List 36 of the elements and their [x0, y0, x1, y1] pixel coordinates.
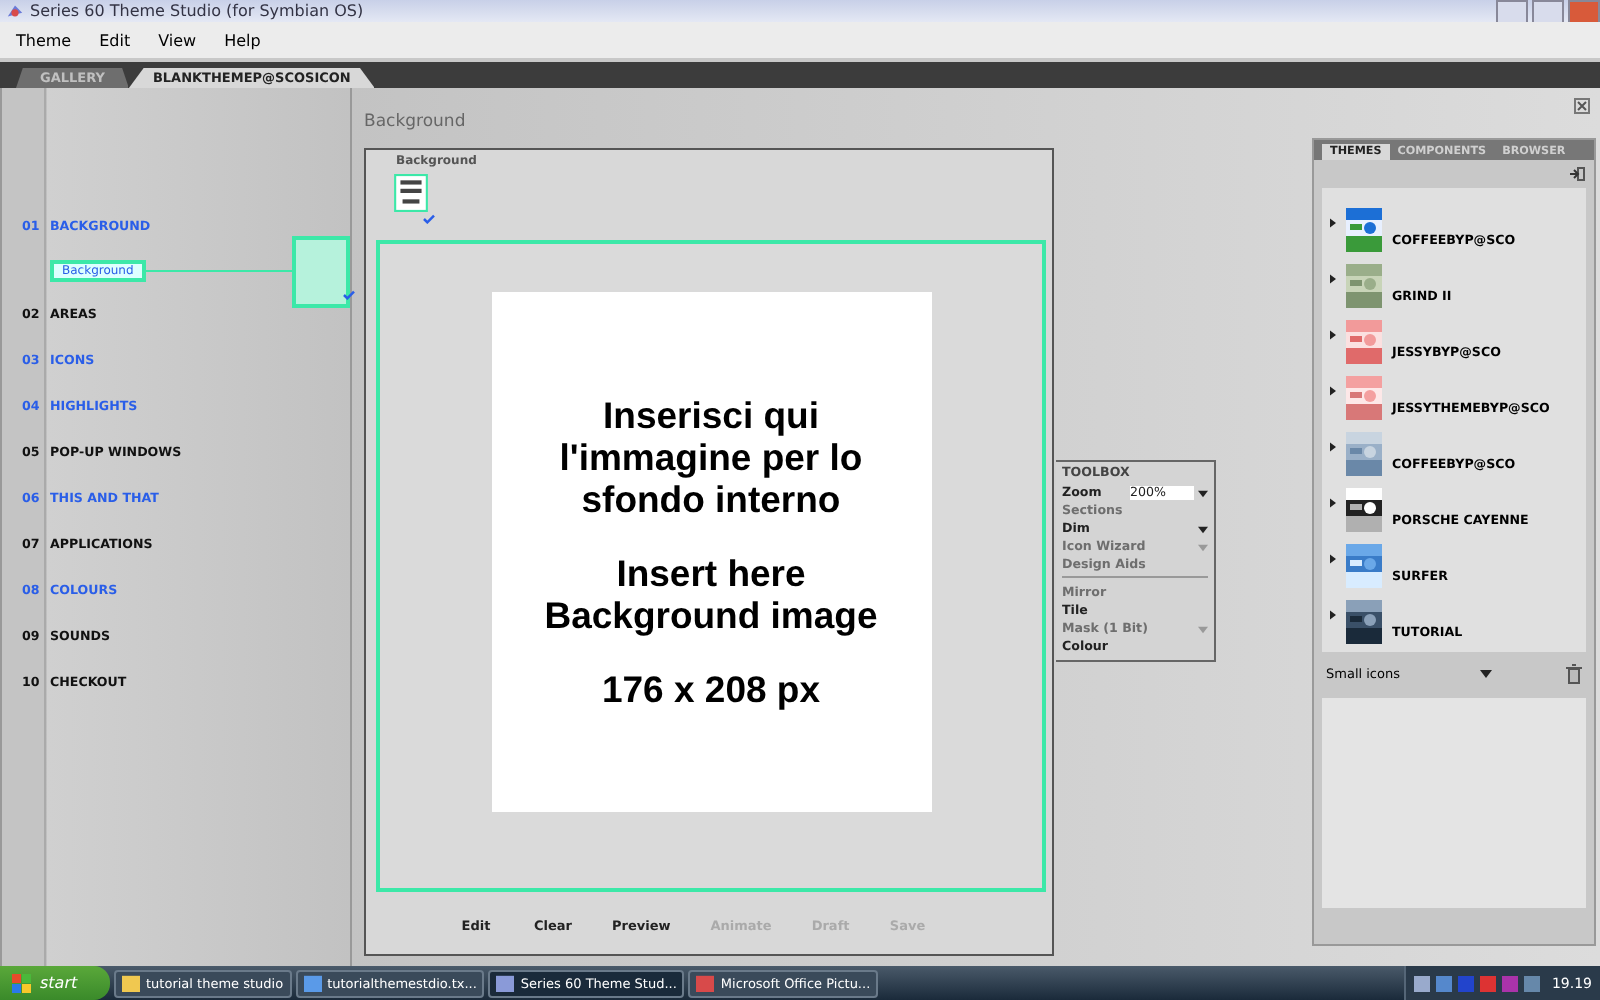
- expand-icon[interactable]: [1330, 274, 1336, 284]
- expand-icon[interactable]: [1330, 498, 1336, 508]
- section-heading: Background: [364, 112, 468, 132]
- expand-icon[interactable]: [1330, 386, 1336, 396]
- windows-logo-icon: [12, 973, 32, 993]
- expand-icon[interactable]: [1330, 442, 1336, 452]
- menu-item[interactable]: Help: [224, 31, 261, 49]
- check-icon: [422, 214, 436, 224]
- window-title: Series 60 Theme Studio (for Symbian OS): [30, 2, 364, 20]
- placeholder-text: Inserisci qui l'immagine per lo sfondo interno: [559, 394, 863, 520]
- start-button[interactable]: start: [0, 966, 110, 1000]
- image-size-text: 176 x 208 px: [601, 668, 821, 710]
- app-icon: [696, 974, 715, 992]
- expand-icon[interactable]: [1330, 330, 1336, 340]
- menu-item[interactable]: Theme: [16, 31, 72, 49]
- placeholder-text: Insert here Background image: [544, 552, 878, 636]
- app-icon: [6, 2, 24, 20]
- trash-icon[interactable]: [1566, 664, 1582, 684]
- app-icon: [303, 974, 322, 992]
- close-button[interactable]: [1568, 0, 1600, 23]
- export-icon[interactable]: [1570, 166, 1586, 182]
- check-icon: [342, 290, 356, 300]
- expand-icon[interactable]: [1330, 218, 1336, 228]
- app-icon: [122, 974, 140, 992]
- minimize-button[interactable]: [1496, 0, 1528, 23]
- close-icon[interactable]: [1574, 98, 1590, 114]
- caret-icon[interactable]: [1198, 489, 1208, 497]
- element-swatch: [291, 235, 350, 307]
- app-icon: [496, 974, 515, 992]
- menu-item[interactable]: View: [158, 31, 197, 49]
- caret-icon[interactable]: [1479, 670, 1492, 678]
- expand-icon[interactable]: [1330, 554, 1336, 564]
- maximize-button[interactable]: [1532, 0, 1564, 23]
- element-thumbnail-icon[interactable]: [394, 174, 428, 212]
- menu-item[interactable]: Edit: [99, 31, 131, 49]
- expand-icon[interactable]: [1330, 610, 1336, 620]
